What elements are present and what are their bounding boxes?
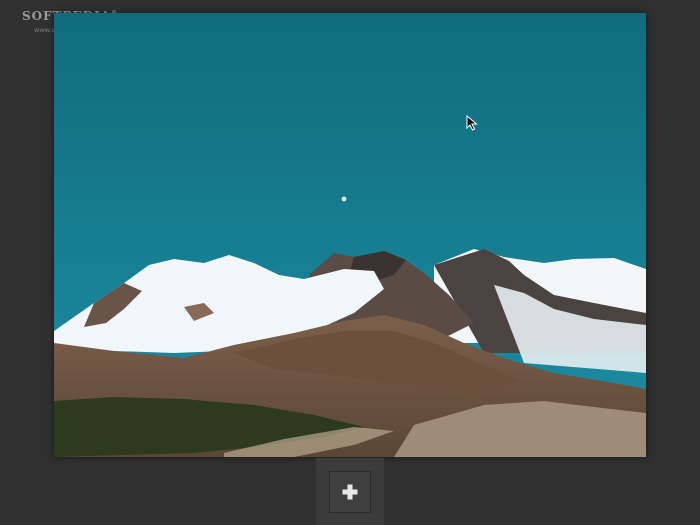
plus-icon	[342, 484, 358, 500]
app-window: SOFTPEDIA® www.softpedia.com	[0, 0, 700, 525]
moon	[341, 196, 347, 202]
mountain-landscape-photo	[54, 13, 646, 457]
bottom-toolbar	[316, 458, 384, 525]
add-image-button[interactable]	[329, 471, 371, 513]
photo-viewer[interactable]	[54, 13, 646, 457]
